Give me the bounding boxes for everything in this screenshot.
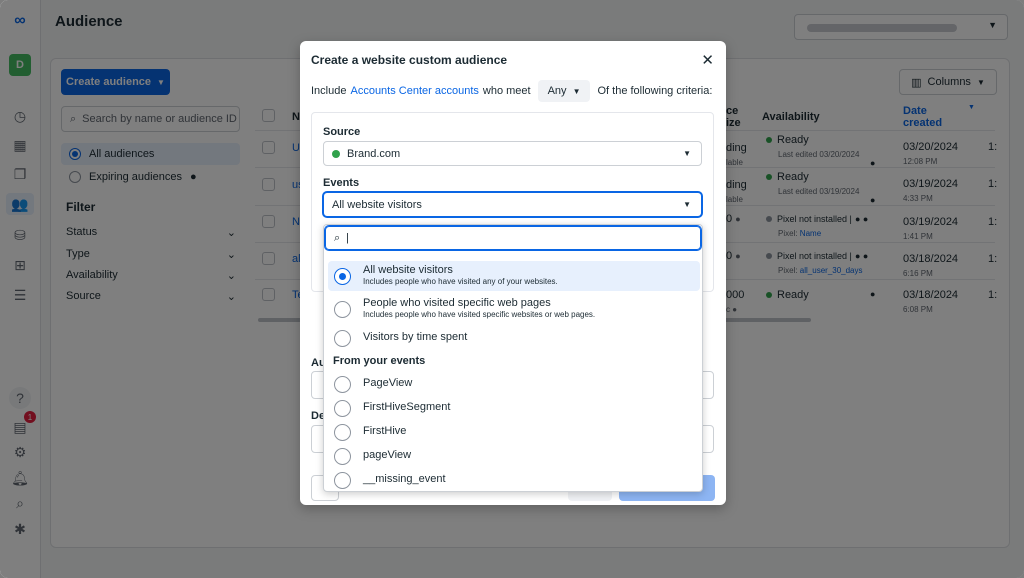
events-dropdown-menu: ⌕ | All website visitors Includes people … — [323, 224, 703, 492]
radio-unselected — [334, 399, 351, 417]
events-value: All website visitors — [332, 198, 422, 211]
option-title: FirstHive — [363, 425, 407, 438]
radio-unselected — [334, 375, 351, 393]
any-label: Any — [547, 85, 567, 97]
caret-down-icon: ▼ — [572, 86, 581, 96]
option-title: PageView — [363, 377, 413, 390]
include-suffix: Of the following criteria: — [597, 85, 713, 97]
source-select[interactable]: Brand.com ▼ — [323, 141, 702, 166]
events-label: Events — [323, 177, 360, 189]
option-event-missing-event[interactable]: __missing_event — [328, 469, 700, 491]
include-prefix: Include — [311, 85, 347, 97]
option-title: People who visited specific web pages — [363, 297, 551, 310]
radio-unselected — [334, 300, 351, 318]
option-specific-web-pages[interactable]: People who visited specific web pages Inc… — [328, 294, 700, 324]
radio-unselected — [334, 329, 351, 347]
app-window: ∞ D ◷ ▦ ❐ 👥 ⛁ ⊞ ☰ ? ▤1 ⚙ 🔔︎ ⌕ ✱ Audience… — [0, 0, 1024, 578]
source-label: Source — [323, 126, 361, 138]
search-icon: ⌕ — [334, 231, 341, 244]
caret-down-icon: ▼ — [683, 200, 691, 209]
radio-unselected — [334, 423, 351, 441]
dialog-title: Create a website custom audience — [311, 53, 508, 67]
radio-selected — [334, 267, 351, 285]
option-title: FirstHiveSegment — [363, 401, 451, 414]
radio-unselected — [334, 447, 351, 465]
include-mid: who meet — [482, 85, 531, 97]
option-event-pageview-lowercase[interactable]: pageView — [328, 445, 700, 467]
any-all-selector[interactable]: Any ▼ — [537, 80, 591, 102]
option-visitors-by-time-spent[interactable]: Visitors by time spent — [328, 327, 700, 349]
events-search-input[interactable]: ⌕ | — [325, 226, 701, 250]
option-desc: Includes people who have visited any of … — [363, 277, 558, 287]
group-heading-from-your-events: From your events — [333, 355, 426, 367]
accounts-center-link[interactable]: Accounts Center accounts — [350, 85, 478, 97]
option-all-website-visitors[interactable]: All website visitors Includes people who … — [328, 261, 700, 291]
search-cursor: | — [346, 232, 350, 244]
radio-unselected — [334, 471, 351, 489]
option-event-firsthive[interactable]: FirstHive — [328, 421, 700, 443]
source-status-dot — [332, 149, 340, 158]
option-title: pageView — [363, 449, 412, 462]
include-criteria-row: Include Accounts Center accounts who mee… — [311, 79, 712, 103]
source-value: Brand.com — [347, 147, 401, 160]
option-event-firsthivesegment[interactable]: FirstHiveSegment — [328, 397, 700, 419]
option-title: Visitors by time spent — [363, 331, 468, 344]
option-desc: Includes people who have visited specifi… — [363, 310, 596, 320]
option-title: __missing_event — [363, 473, 446, 486]
caret-down-icon: ▼ — [683, 149, 691, 158]
events-select[interactable]: All website visitors ▼ — [323, 192, 702, 217]
option-title: All website visitors — [363, 264, 453, 277]
option-event-pageview[interactable]: PageView — [328, 373, 700, 395]
close-icon[interactable]: ✕ — [701, 51, 714, 69]
